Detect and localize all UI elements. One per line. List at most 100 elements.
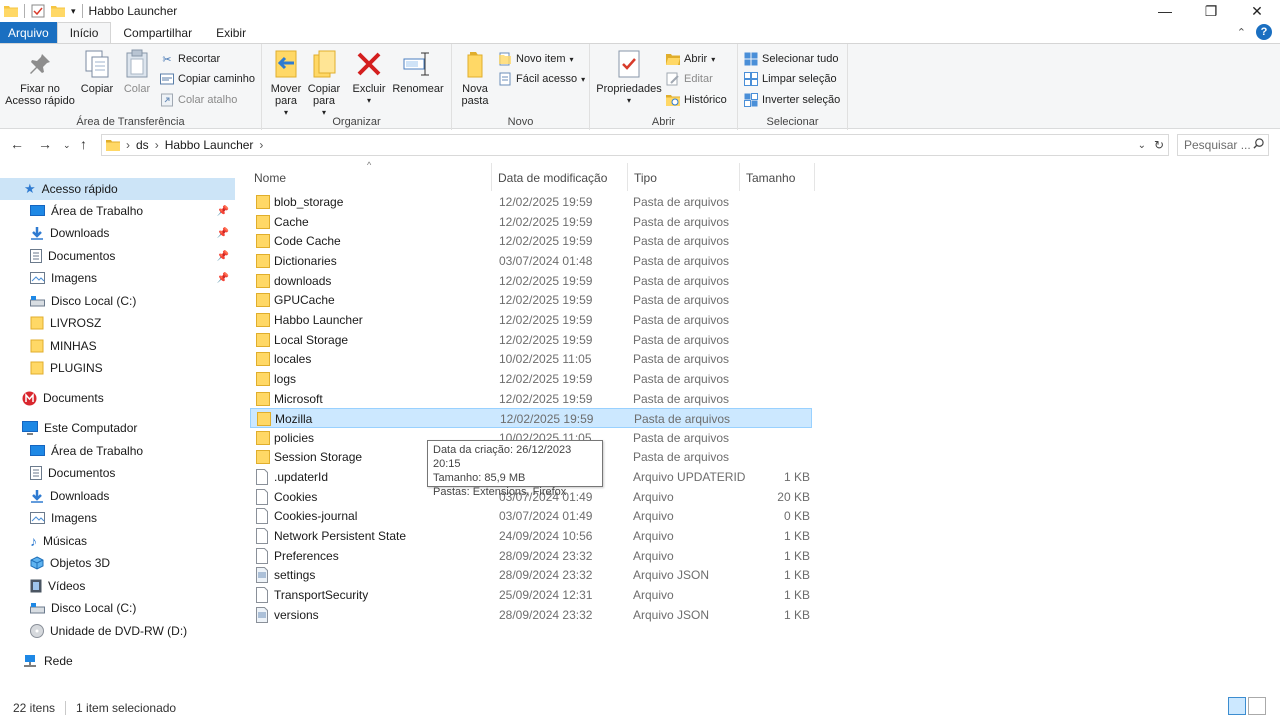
open-button[interactable]: Abrir ▾ <box>666 52 715 66</box>
copy-path-button[interactable]: Copiar caminho <box>160 72 255 86</box>
pinned-icon[interactable]: 📌 <box>217 206 229 217</box>
search-box[interactable]: Pesquisar ... <box>1177 134 1269 156</box>
column-header-date[interactable]: Data de modificação <box>498 167 626 189</box>
refresh-icon[interactable]: ↻ <box>1154 138 1164 152</box>
nav-quick-documents[interactable]: Documentos 📌 <box>30 245 235 267</box>
edit-button[interactable]: Editar <box>666 72 713 86</box>
nav-quick-downloads[interactable]: Downloads 📌 <box>30 222 235 244</box>
customize-toolbar-icon[interactable]: ▾ <box>71 6 76 17</box>
address-dropdown-icon[interactable]: ⌄ <box>1138 140 1146 151</box>
tab-share[interactable]: Compartilhar <box>111 22 204 43</box>
rename-button[interactable]: Renomear <box>392 48 444 95</box>
details-view-icon[interactable] <box>1228 697 1246 715</box>
nav-quick-plugins[interactable]: PLUGINS <box>30 357 235 379</box>
column-divider[interactable] <box>627 163 628 191</box>
new-folder-button[interactable]: Nova pasta <box>458 48 492 107</box>
invert-selection-button[interactable]: Inverter seleção <box>744 93 840 107</box>
file-row[interactable]: Habbo Launcher 12/02/2025 19:59 Pasta de a… <box>250 310 812 330</box>
nav-quick-livrosz[interactable]: LIVROSZ <box>30 312 235 334</box>
pinned-icon[interactable]: 📌 <box>217 228 229 239</box>
nav-mega-documents[interactable]: Documents <box>22 387 235 409</box>
search-input[interactable]: Pesquisar ... <box>1184 138 1251 152</box>
column-header-name[interactable]: Nome <box>254 167 492 189</box>
nav-quick-pictures[interactable]: Imagens 📌 <box>30 267 235 289</box>
nav-pc-desktop[interactable]: Área de Trabalho <box>30 440 235 462</box>
clear-selection-button[interactable]: Limpar seleção <box>744 72 837 86</box>
file-row[interactable]: settings 28/09/2024 23:32 Arquivo JSON 1 KB <box>250 565 812 585</box>
properties-button[interactable]: Propriedades ▾ <box>594 48 664 107</box>
new-folder-icon[interactable] <box>51 5 65 17</box>
restore-button[interactable]: ❐ <box>1188 0 1234 22</box>
recent-locations-chevron-icon[interactable]: ⌄ <box>63 140 71 151</box>
nav-quick-desktop[interactable]: Área de Trabalho 📌 <box>30 200 235 222</box>
tab-file[interactable]: Arquivo <box>0 22 57 43</box>
nav-this-pc[interactable]: Este Computador <box>22 417 235 439</box>
minimize-button[interactable]: — <box>1142 0 1188 22</box>
file-row[interactable]: Cookies-journal 03/07/2024 01:49 Arquivo 0 … <box>250 506 812 526</box>
tab-home[interactable]: Início <box>56 22 112 43</box>
close-button[interactable]: ✕ <box>1234 0 1280 22</box>
properties-icon[interactable] <box>31 4 45 18</box>
forward-arrow-icon[interactable]: → <box>38 136 52 152</box>
large-icons-view-icon[interactable] <box>1248 697 1266 715</box>
move-to-button[interactable]: Mover para ▾ <box>268 48 304 119</box>
file-row[interactable]: TransportSecurity 25/09/2024 12:31 Arquivo… <box>250 585 812 605</box>
file-row[interactable]: Dictionaries 03/07/2024 01:48 Pasta de arq… <box>250 251 812 271</box>
file-row[interactable]: downloads 12/02/2025 19:59 Pasta de arquiv… <box>250 271 812 291</box>
file-row[interactable]: Preferences 28/09/2024 23:32 Arquivo 1 KB <box>250 546 812 566</box>
column-divider[interactable] <box>739 163 740 191</box>
cut-button[interactable]: ✂ Recortar <box>160 52 220 66</box>
paste-button[interactable]: Colar <box>120 48 154 95</box>
new-item-button[interactable]: Novo item ▾ <box>498 52 574 66</box>
select-all-button[interactable]: Selecionar tudo <box>744 52 838 66</box>
pin-quick-access-button[interactable]: Fixar no Acesso rápido <box>4 48 76 107</box>
nav-quick-local-disk[interactable]: Disco Local (C:) <box>30 290 235 312</box>
file-row[interactable]: Cache 12/02/2025 19:59 Pasta de arquivos <box>250 212 812 232</box>
column-divider[interactable] <box>814 163 815 191</box>
file-row[interactable]: Code Cache 12/02/2025 19:59 Pasta de arqui… <box>250 231 812 251</box>
nav-quick-access[interactable]: ★ Acesso rápido <box>0 178 235 200</box>
nav-pc-videos[interactable]: Vídeos <box>30 575 235 597</box>
easy-access-button[interactable]: Fácil acesso ▾ <box>498 72 585 86</box>
address-bar[interactable]: › ds › Habbo Launcher › ⌄ ↻ <box>101 134 1169 156</box>
pinned-icon[interactable]: 📌 <box>217 251 229 262</box>
nav-pc-pictures[interactable]: Imagens <box>30 507 235 529</box>
file-row[interactable]: logs 12/02/2025 19:59 Pasta de arquivos <box>250 369 812 389</box>
collapse-ribbon-icon[interactable]: ⌃ <box>1237 26 1246 39</box>
column-divider[interactable] <box>491 163 492 191</box>
nav-quick-minhas[interactable]: MINHAS <box>30 335 235 357</box>
nav-pc-music[interactable]: ♪ Músicas <box>30 530 235 552</box>
nav-pc-downloads[interactable]: Downloads <box>30 485 235 507</box>
column-header-type[interactable]: Tipo <box>634 167 738 189</box>
file-row[interactable]: Microsoft 12/02/2025 19:59 Pasta de arquiv… <box>250 389 812 409</box>
tab-view[interactable]: Exibir <box>204 22 258 43</box>
file-row[interactable]: Network Persistent State 24/09/2024 10:56… <box>250 526 812 546</box>
file-row[interactable]: Mozilla 12/02/2025 19:59 Pasta de arquivos <box>250 408 812 429</box>
breadcrumb-separator-icon[interactable]: › <box>259 138 263 152</box>
file-row[interactable]: locales 10/02/2025 11:05 Pasta de arquivos <box>250 349 812 369</box>
column-header-size[interactable]: Tamanho <box>746 167 814 189</box>
breadcrumb-ds[interactable]: ds <box>136 138 149 152</box>
pinned-icon[interactable]: 📌 <box>217 273 229 284</box>
nav-pc-documents[interactable]: Documentos <box>30 462 235 484</box>
nav-pc-local-disk[interactable]: Disco Local (C:) <box>30 597 235 619</box>
breadcrumb-habbo-launcher[interactable]: Habbo Launcher <box>165 138 254 152</box>
file-row[interactable]: blob_storage 12/02/2025 19:59 Pasta de arq… <box>250 192 812 212</box>
nav-pc-3d-objects[interactable]: Objetos 3D <box>30 552 235 574</box>
file-row[interactable]: versions 28/09/2024 23:32 Arquivo JSON 1 KB <box>250 605 812 625</box>
copy-to-button[interactable]: Copiar para ▾ <box>306 48 342 119</box>
file-row[interactable]: GPUCache 12/02/2025 19:59 Pasta de arquivo… <box>250 290 812 310</box>
help-icon[interactable]: ? <box>1256 24 1272 40</box>
copy-button[interactable]: Copiar <box>78 48 116 95</box>
paste-shortcut-button[interactable]: Colar atalho <box>160 93 237 107</box>
nav-network[interactable]: Rede <box>22 650 235 672</box>
breadcrumb-separator-icon[interactable]: › <box>155 138 159 152</box>
search-icon[interactable] <box>1253 138 1264 152</box>
history-button[interactable]: Histórico <box>666 93 727 107</box>
file-row[interactable]: Local Storage 12/02/2025 19:59 Pasta de ar… <box>250 330 812 350</box>
back-arrow-icon[interactable]: ← <box>10 136 24 152</box>
up-arrow-icon[interactable]: ↑ <box>80 136 87 152</box>
breadcrumb-separator-icon[interactable]: › <box>126 138 130 152</box>
nav-pc-dvd-drive[interactable]: Unidade de DVD-RW (D:) <box>30 620 235 642</box>
delete-button[interactable]: Excluir ▾ <box>352 48 386 107</box>
